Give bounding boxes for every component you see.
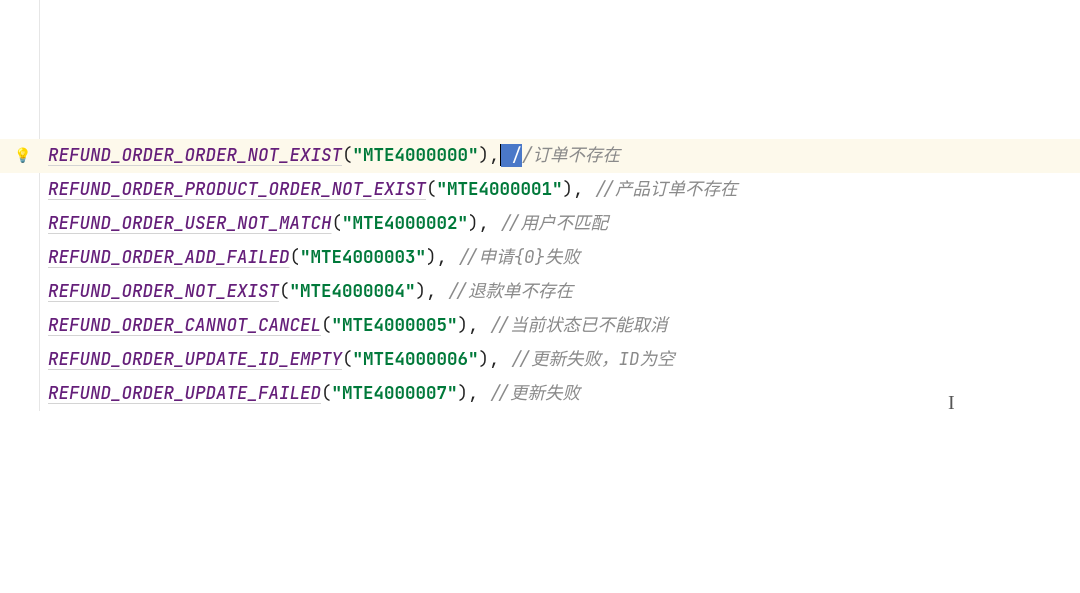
paren-open: ( bbox=[321, 314, 332, 337]
punct: , bbox=[468, 382, 489, 405]
code-line[interactable]: REFUND_ORDER_CANNOT_CANCEL("MTE4000005")… bbox=[0, 309, 1080, 343]
string-literal: "MTE4000000" bbox=[353, 144, 479, 167]
enum-constant: REFUND_ORDER_ORDER_NOT_EXIST bbox=[48, 144, 342, 167]
code-line[interactable]: REFUND_ORDER_UPDATE_ID_EMPTY("MTE4000006… bbox=[0, 343, 1080, 377]
string-literal: "MTE4000005" bbox=[332, 314, 458, 337]
paren-close: ) bbox=[563, 178, 574, 201]
code-editor[interactable]: REFUND_ORDER_ORDER_NOT_EXIST("MTE4000000… bbox=[0, 0, 1080, 411]
enum-constant: REFUND_ORDER_USER_NOT_MATCH bbox=[48, 212, 332, 235]
paren-close: ) bbox=[416, 280, 427, 303]
selection: / bbox=[501, 144, 522, 167]
comment: /订单不存在 bbox=[522, 144, 620, 167]
paren-close: ) bbox=[479, 144, 490, 167]
enum-constant: REFUND_ORDER_CANNOT_CANCEL bbox=[48, 314, 321, 337]
code-line[interactable]: REFUND_ORDER_ORDER_NOT_EXIST("MTE4000000… bbox=[0, 139, 1080, 173]
punct: , bbox=[489, 348, 510, 371]
paren-open: ( bbox=[290, 246, 301, 269]
string-literal: "MTE4000001" bbox=[437, 178, 563, 201]
code-line[interactable]: REFUND_ORDER_ADD_FAILED("MTE4000003"), /… bbox=[0, 241, 1080, 275]
punct: , bbox=[426, 280, 447, 303]
comment: //申请{0}失败 bbox=[458, 246, 581, 269]
paren-open: ( bbox=[332, 212, 343, 235]
punct: , bbox=[437, 246, 458, 269]
code-line[interactable]: REFUND_ORDER_UPDATE_FAILED("MTE4000007")… bbox=[0, 377, 1080, 411]
code-line[interactable]: REFUND_ORDER_NOT_EXIST("MTE4000004"), //… bbox=[0, 275, 1080, 309]
code-line[interactable]: REFUND_ORDER_PRODUCT_ORDER_NOT_EXIST("MT… bbox=[0, 173, 1080, 207]
paren-close: ) bbox=[458, 314, 469, 337]
enum-constant: REFUND_ORDER_NOT_EXIST bbox=[48, 280, 279, 303]
paren-close: ) bbox=[468, 212, 479, 235]
paren-open: ( bbox=[342, 348, 353, 371]
paren-open: ( bbox=[426, 178, 437, 201]
comment: //用户不匹配 bbox=[500, 212, 609, 235]
punct: , bbox=[468, 314, 489, 337]
paren-close: ) bbox=[458, 382, 469, 405]
enum-constant: REFUND_ORDER_UPDATE_ID_EMPTY bbox=[48, 348, 342, 371]
comment: //退款单不存在 bbox=[447, 280, 573, 303]
comment: //更新失败 bbox=[489, 382, 580, 405]
comment: //当前状态已不能取消 bbox=[489, 314, 668, 337]
punct: , bbox=[489, 144, 500, 167]
paren-open: ( bbox=[321, 382, 332, 405]
comment: //产品订单不存在 bbox=[594, 178, 738, 201]
comment: //更新失败，ID为空 bbox=[510, 348, 675, 371]
code-line[interactable]: REFUND_ORDER_USER_NOT_MATCH("MTE4000002"… bbox=[0, 207, 1080, 241]
string-literal: "MTE4000007" bbox=[332, 382, 458, 405]
punct: , bbox=[479, 212, 500, 235]
enum-constant: REFUND_ORDER_UPDATE_FAILED bbox=[48, 382, 321, 405]
enum-constant: REFUND_ORDER_PRODUCT_ORDER_NOT_EXIST bbox=[48, 178, 426, 201]
paren-close: ) bbox=[479, 348, 490, 371]
paren-close: ) bbox=[426, 246, 437, 269]
string-literal: "MTE4000004" bbox=[290, 280, 416, 303]
string-literal: "MTE4000002" bbox=[342, 212, 468, 235]
string-literal: "MTE4000003" bbox=[300, 246, 426, 269]
punct: , bbox=[573, 178, 594, 201]
paren-open: ( bbox=[279, 280, 290, 303]
enum-constant: REFUND_ORDER_ADD_FAILED bbox=[48, 246, 290, 269]
paren-open: ( bbox=[342, 144, 353, 167]
string-literal: "MTE4000006" bbox=[353, 348, 479, 371]
text-caret-icon: I bbox=[948, 392, 955, 415]
